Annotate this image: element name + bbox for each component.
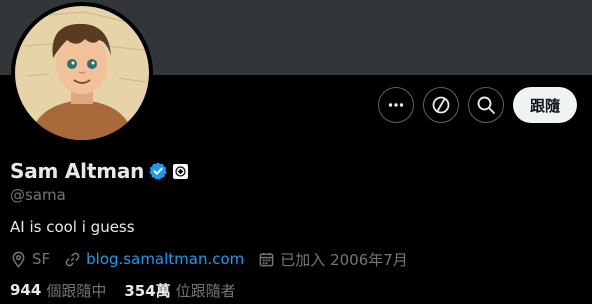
followers-count: 354萬 bbox=[124, 281, 171, 300]
display-name: Sam Altman bbox=[10, 159, 145, 183]
display-name-row: Sam Altman bbox=[10, 158, 189, 184]
handle: @sama bbox=[10, 186, 66, 204]
profile-page: 跟隨 Sam Altman @sama AI is cool i guess S… bbox=[0, 0, 592, 304]
calendar-icon bbox=[259, 252, 274, 266]
bio: AI is cool i guess bbox=[10, 218, 135, 236]
subscribe-icon bbox=[432, 96, 450, 114]
joined-item: 已加入 2006年7月 bbox=[258, 249, 408, 270]
avatar[interactable] bbox=[15, 6, 149, 140]
search-icon bbox=[477, 96, 495, 114]
following-label: 個跟隨中 bbox=[46, 281, 107, 300]
avatar-frame bbox=[11, 2, 153, 144]
affiliation-icon[interactable] bbox=[173, 163, 189, 179]
followers-stat[interactable]: 354萬 位跟隨者 bbox=[124, 280, 235, 301]
more-icon bbox=[388, 103, 404, 107]
location-item: SF bbox=[10, 250, 50, 268]
follow-button[interactable]: 跟隨 bbox=[513, 87, 577, 123]
subscribe-button[interactable] bbox=[423, 87, 459, 123]
verified-badge-icon[interactable] bbox=[148, 161, 168, 181]
search-button[interactable] bbox=[468, 87, 504, 123]
joined-date: 已加入 2006年7月 bbox=[280, 250, 408, 269]
more-button[interactable] bbox=[378, 87, 414, 123]
followers-label: 位跟隨者 bbox=[175, 281, 236, 300]
website-item: blog.samaltman.com bbox=[64, 250, 244, 268]
profile-actions: 跟隨 bbox=[369, 87, 577, 123]
link-icon bbox=[65, 252, 80, 266]
profile-stats: 944 個跟隨中 354萬 位跟隨者 bbox=[10, 280, 254, 300]
location-icon bbox=[12, 251, 25, 268]
following-count: 944 bbox=[10, 281, 42, 299]
following-stat[interactable]: 944 個跟隨中 bbox=[10, 280, 106, 301]
profile-meta: SF blog.samaltman.com 已加入 2006年7月 bbox=[10, 249, 422, 269]
location-text: SF bbox=[32, 250, 51, 268]
website-link[interactable]: blog.samaltman.com bbox=[86, 250, 244, 268]
